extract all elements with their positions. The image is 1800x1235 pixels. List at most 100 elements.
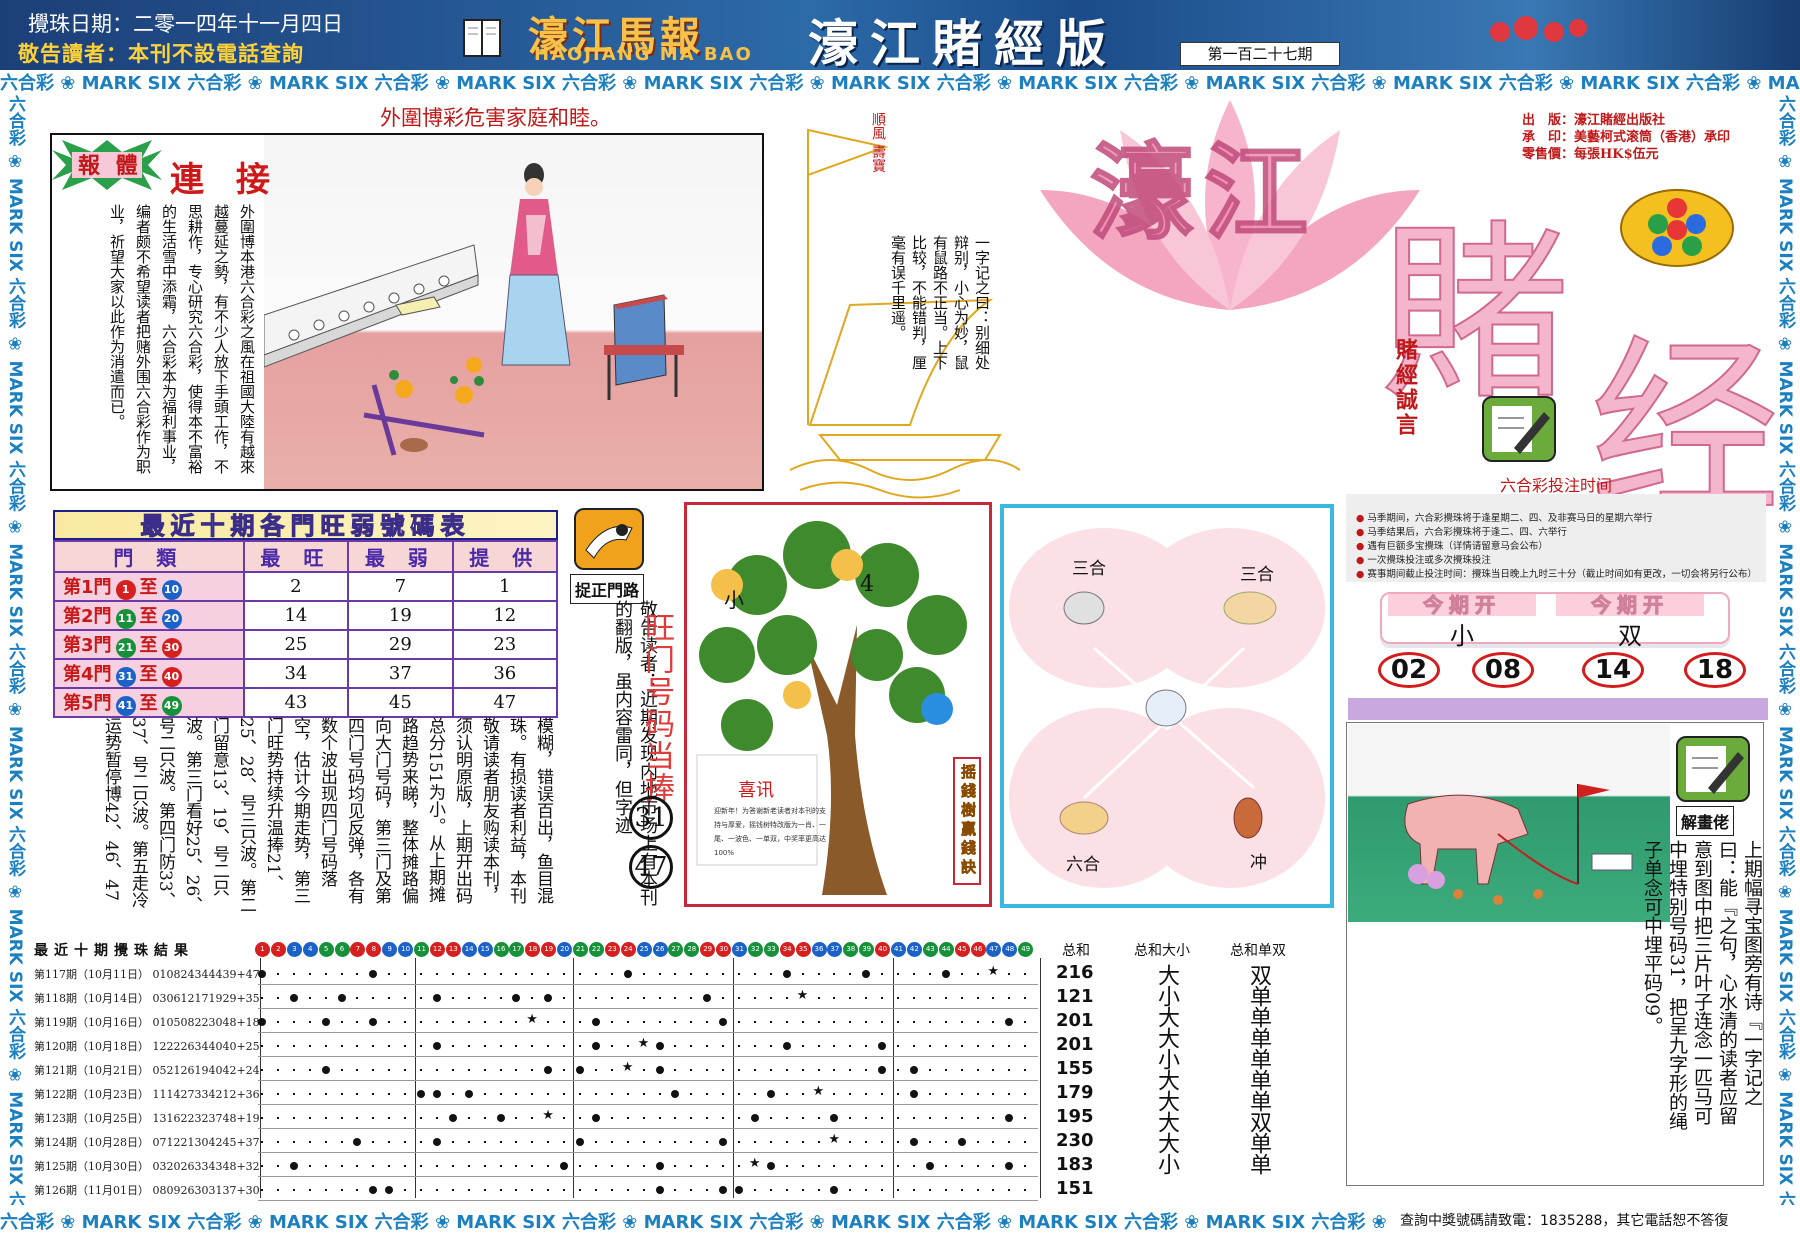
ball-icon: 21: [115, 638, 136, 658]
empty-dot: [690, 1141, 693, 1143]
result-ball-dot: [782, 1042, 791, 1050]
special-ball-star: ★: [748, 1156, 761, 1171]
door-name: 第4門: [63, 664, 112, 685]
empty-dot: [404, 1165, 407, 1167]
zodiac-panel: [1000, 504, 1334, 908]
empty-dot: [292, 1141, 295, 1143]
sum-value: 179: [1056, 1082, 1094, 1103]
this-issue-number: 18: [1684, 652, 1746, 688]
empty-dot: [388, 1093, 391, 1095]
empty-dot: [976, 1165, 979, 1167]
empty-dot: [801, 1093, 804, 1095]
empty-dot: [690, 1189, 693, 1191]
empty-dot: [531, 973, 534, 975]
to-word: 至: [139, 664, 158, 685]
empty-dot: [404, 997, 407, 999]
ball-number-icon: 1: [255, 942, 270, 957]
row-divider: [258, 1032, 1038, 1033]
empty-dot: [435, 1117, 438, 1119]
empty-dot: [849, 1069, 852, 1071]
door-hot-cell: 34: [242, 658, 350, 689]
tree-tag-right: 4: [860, 572, 874, 597]
empty-dot: [881, 1021, 884, 1023]
masthead-big-haojiang: 濠江: [1089, 130, 1319, 255]
empty-dot: [1008, 1141, 1011, 1143]
empty-dot: [753, 1069, 756, 1071]
this-issue-number: 02: [1378, 652, 1440, 688]
result-ball-dot: [591, 1042, 600, 1050]
sum-value: 151: [1056, 1178, 1094, 1199]
result-label: 第123期（10月25日） 131622323748+19: [34, 1112, 260, 1125]
empty-dot: [817, 1117, 820, 1119]
empty-dot: [674, 1021, 677, 1023]
empty-dot: [722, 1093, 725, 1095]
empty-dot: [960, 997, 963, 999]
result-ball-dot: [432, 994, 441, 1002]
result-ball-dot: [321, 1018, 330, 1026]
empty-dot: [642, 1189, 645, 1191]
empty-dot: [769, 1189, 772, 1191]
empty-dot: [865, 1141, 868, 1143]
empty-dot: [420, 1045, 422, 1047]
empty-dot: [785, 1117, 788, 1119]
column-header: 提 供: [451, 540, 559, 573]
door-cold-cell: 7: [347, 571, 454, 602]
empty-dot: [706, 1093, 709, 1095]
ball-number-icon: 5: [318, 942, 334, 957]
empty-dot: [976, 1141, 979, 1143]
ball-number-icon: 8: [366, 942, 382, 957]
tree-tag-left: 小: [724, 588, 744, 612]
empty-dot: [992, 1141, 995, 1143]
empty-dot: [276, 1069, 279, 1071]
row-divider: [258, 1104, 1038, 1105]
empty-dot: [610, 1021, 613, 1023]
empty-dot: [849, 1093, 852, 1095]
empty-dot: [690, 1069, 693, 1071]
empty-dot: [276, 1165, 279, 1167]
door-tip-cell: 1: [451, 571, 559, 602]
empty-dot: [881, 1117, 884, 1119]
empty-dot: [992, 1117, 995, 1119]
empty-dot: [865, 1117, 868, 1119]
result-ball-dot: [878, 1042, 887, 1050]
empty-dot: [547, 1045, 550, 1047]
result-row: 第122期（10月23日） 111427334212+36 ★: [34, 1082, 1034, 1106]
ball-icon: 49: [161, 696, 182, 716]
empty-dot: [785, 1141, 788, 1143]
special-ball-star: ★: [812, 1084, 825, 1099]
zodiac-label: 三合: [1072, 559, 1106, 579]
result-label: 第122期（10月23日） 111427334212+36: [34, 1088, 260, 1101]
empty-dot: [499, 1093, 502, 1095]
empty-dot: [928, 1093, 931, 1095]
door-hot-cell: 14: [242, 600, 350, 631]
empty-dot: [324, 1141, 327, 1143]
empty-dot: [642, 1165, 645, 1167]
empty-dot: [292, 1093, 295, 1095]
special-ball-star: ★: [542, 1108, 554, 1123]
empty-dot: [579, 1189, 581, 1191]
empty-dot: [356, 1117, 359, 1119]
ball-icon: 31: [115, 667, 136, 687]
empty-dot: [674, 1189, 677, 1191]
empty-dot: [944, 1141, 947, 1143]
empty-dot: [531, 1069, 534, 1071]
empty-dot: [610, 1093, 613, 1095]
empty-dot: [451, 973, 454, 975]
empty-dot: [372, 1141, 375, 1143]
result-label: 第118期（10月14日） 030612171929+35: [34, 992, 260, 1005]
result-ball-dot: [719, 1138, 728, 1146]
empty-dot: [897, 1093, 899, 1095]
empty-dot: [356, 1093, 359, 1095]
empty-dot: [276, 1189, 279, 1191]
empty-dot: [356, 1045, 359, 1047]
row-divider: [258, 1152, 1038, 1153]
result-ball-dot: [258, 1018, 266, 1026]
this-issue-label-1: 今期开: [1388, 594, 1536, 617]
ball-number-icon: 2: [270, 942, 286, 957]
edition-title: 濠江賭經版: [808, 14, 1118, 73]
newspaper-page: 攪珠日期：二零一四年十一月四日 敬告讀者：本刊不設電話查詢 濠江馬報 HAOJI…: [0, 0, 1800, 1235]
empty-dot: [722, 997, 725, 999]
empty-dot: [610, 1045, 613, 1047]
empty-dot: [769, 1021, 772, 1023]
empty-dot: [738, 1045, 740, 1047]
